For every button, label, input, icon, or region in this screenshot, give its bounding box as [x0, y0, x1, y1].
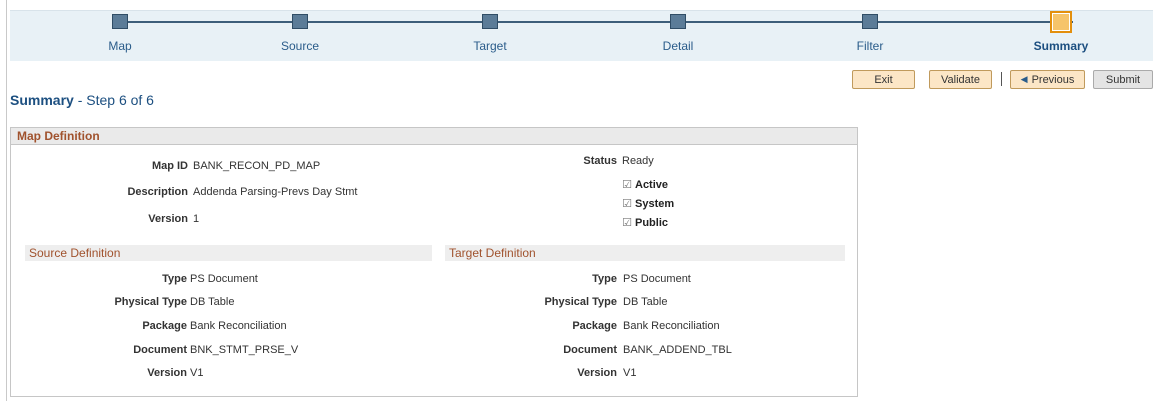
checkmark-icon: ☑	[622, 198, 632, 210]
target-version-label: Version	[577, 367, 617, 379]
target-physical-type-label: Physical Type	[544, 296, 617, 308]
target-type-value: PS Document	[623, 273, 691, 285]
step-source-marker[interactable]	[292, 14, 308, 29]
target-document-label: Document	[563, 344, 617, 356]
step-target-label[interactable]: Target	[430, 39, 550, 53]
source-type-label: Type	[162, 273, 187, 285]
system-checkbox-label: System	[635, 198, 675, 210]
step-filter-label[interactable]: Filter	[810, 39, 930, 53]
step-train: Map Source Target Detail Filter Summary	[10, 10, 1153, 61]
submit-button[interactable]: Submit	[1093, 70, 1153, 89]
public-checkbox-label: Public	[635, 217, 669, 229]
step-detail-label[interactable]: Detail	[618, 39, 738, 53]
step-map-marker[interactable]	[112, 14, 128, 29]
system-checkbox: ☑ System	[622, 198, 674, 210]
map-id-value: BANK_RECON_PD_MAP	[193, 160, 321, 172]
map-definition-header: Map Definition	[11, 128, 857, 145]
map-definition-group: Map Definition Map ID BANK_RECON_PD_MAP …	[10, 127, 858, 397]
exit-button[interactable]: Exit	[852, 70, 915, 89]
train-connector-line	[120, 21, 1073, 23]
source-document-label: Document	[133, 344, 187, 356]
map-id-label: Map ID	[151, 160, 188, 172]
source-physical-type-label: Physical Type	[114, 296, 187, 308]
step-detail-marker[interactable]	[670, 14, 686, 29]
target-type-label: Type	[592, 273, 617, 285]
source-package-label: Package	[142, 320, 187, 332]
step-map-label[interactable]: Map	[60, 39, 180, 53]
page-title-step: - Step 6 of 6	[73, 92, 154, 108]
source-definition-header: Source Definition	[25, 245, 432, 261]
source-document-value: BNK_STMT_PRSE_V	[190, 344, 299, 356]
target-package-label: Package	[572, 320, 617, 332]
button-separator	[1001, 72, 1002, 86]
source-type-value: PS Document	[190, 273, 258, 285]
status-value: Ready	[622, 155, 654, 167]
step-target-marker[interactable]	[482, 14, 498, 29]
map-version-value: 1	[193, 213, 200, 225]
map-version-label: Version	[148, 213, 188, 225]
target-definition-header: Target Definition	[445, 245, 845, 261]
step-summary-marker	[1050, 11, 1072, 33]
validate-button[interactable]: Validate	[929, 70, 992, 89]
page-title: Summary - Step 6 of 6	[10, 92, 154, 108]
source-package-value: Bank Reconciliation	[190, 320, 287, 332]
target-document-value: BANK_ADDEND_TBL	[623, 344, 732, 356]
description-value: Addenda Parsing-Prevs Day Stmt	[193, 186, 358, 198]
description-label: Description	[127, 186, 188, 198]
target-package-value: Bank Reconciliation	[623, 320, 720, 332]
target-version-value: V1	[623, 367, 637, 379]
page-title-bold: Summary	[10, 92, 74, 108]
active-checkbox: ☑ Active	[622, 179, 668, 191]
checkmark-icon: ☑	[622, 217, 632, 229]
previous-button[interactable]: ◀ Previous	[1010, 70, 1085, 89]
source-version-label: Version	[147, 367, 187, 379]
step-filter-marker[interactable]	[862, 14, 878, 29]
step-summary-label: Summary	[1033, 39, 1089, 53]
public-checkbox: ☑ Public	[622, 217, 668, 229]
checkmark-icon: ☑	[622, 179, 632, 191]
left-frame-border	[6, 0, 7, 401]
left-arrow-icon: ◀	[1020, 74, 1028, 84]
status-label: Status	[583, 155, 617, 167]
previous-button-label: Previous	[1031, 73, 1075, 86]
step-source-label[interactable]: Source	[240, 39, 360, 53]
active-checkbox-label: Active	[635, 179, 669, 191]
target-physical-type-value: DB Table	[623, 296, 668, 308]
source-physical-type-value: DB Table	[190, 296, 235, 308]
source-version-value: V1	[190, 367, 204, 379]
